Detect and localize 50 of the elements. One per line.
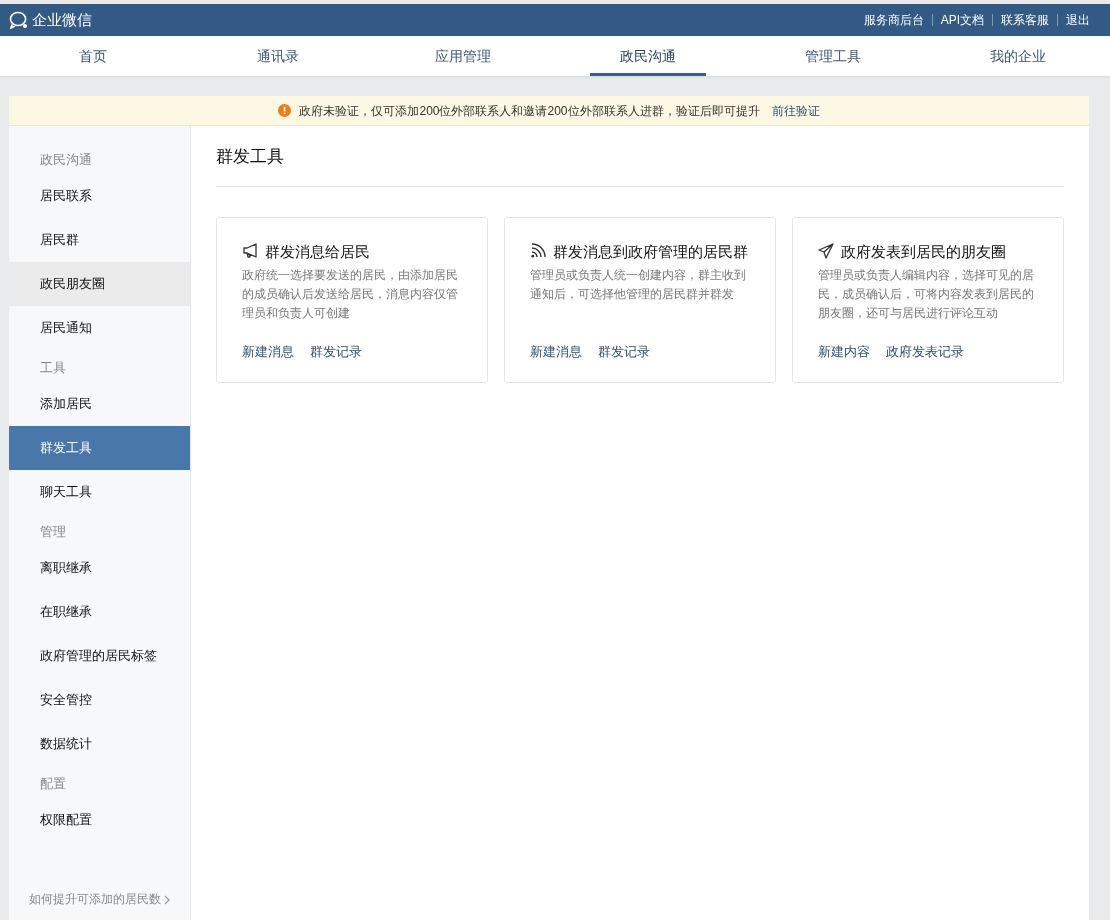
sidebar-item[interactable]: 添加居民 (9, 382, 190, 426)
nav-tab[interactable]: 我的企业 (988, 36, 1047, 76)
page-title: 群发工具 (216, 144, 1064, 187)
notice-text: 政府未验证，仅可添加200位外部联系人和邀请200位外部联系人进群，验证后即可提升 (299, 102, 760, 120)
broadcast-icon (530, 241, 547, 259)
card-link[interactable]: 群发记录 (310, 342, 362, 362)
nav-tab[interactable]: 应用管理 (433, 36, 492, 76)
sidebar-item[interactable]: 聊天工具 (9, 470, 190, 514)
info-icon (278, 104, 292, 117)
sidebar-item[interactable]: 政府管理的居民标签 (9, 634, 190, 678)
sidebar-item[interactable]: 居民联系 (9, 174, 190, 218)
card-link[interactable]: 政府发表记录 (886, 342, 964, 362)
card-description: 政府统一选择要发送的居民，由添加居民的成员确认后发送给居民，消息内容仅管理员和负责人可创建 (242, 266, 459, 322)
sidebar-section-title: 工具 (39, 359, 67, 377)
paper-plane-icon (818, 241, 835, 259)
megaphone-icon (242, 241, 259, 259)
verify-link[interactable]: 前往验证 (771, 101, 820, 120)
sidebar-section-title: 配置 (39, 775, 67, 793)
card-link[interactable]: 新建内容 (818, 342, 870, 362)
sidebar-item[interactable]: 在职继承 (9, 590, 190, 634)
nav-tab[interactable]: 通讯录 (255, 36, 300, 76)
sidebar-item[interactable]: 居民通知 (9, 306, 190, 350)
sidebar-item[interactable]: 群发工具 (9, 426, 190, 470)
logo-text: 企业微信 (32, 9, 92, 30)
card-link[interactable]: 新建消息 (530, 342, 582, 362)
card-title: 群发消息给居民 (265, 242, 370, 260)
chevron-right-icon (164, 894, 171, 905)
header-link[interactable]: 退出 (1066, 11, 1090, 29)
nav-tab[interactable]: 管理工具 (803, 36, 862, 76)
header-link[interactable]: API文档 (940, 11, 984, 29)
nav-tab[interactable]: 首页 (77, 36, 108, 76)
sidebar-item[interactable]: 政民朋友圈 (9, 262, 190, 306)
chat-bubble-logo-icon (9, 11, 29, 29)
sidebar-section-title: 管理 (39, 523, 67, 541)
header-link[interactable]: 服务商后台 (863, 11, 924, 29)
sidebar-item[interactable]: 安全管控 (9, 678, 190, 722)
card-link[interactable]: 群发记录 (598, 342, 650, 362)
card-title: 群发消息到政府管理的居民群 (553, 242, 748, 260)
sidebar-section-title: 政民沟通 (39, 151, 93, 169)
sidebar-item[interactable]: 离职继承 (9, 546, 190, 590)
sidebar-item[interactable]: 居民群 (9, 218, 190, 262)
card-description: 管理员或负责人编辑内容，选择可见的居民，成员确认后，可将内容发表到居民的朋友圈，还可与居民进行评论互动 (818, 266, 1035, 322)
card-link[interactable]: 新建消息 (242, 342, 294, 362)
header-link[interactable]: 联系客服 (1001, 11, 1049, 29)
sidebar-item[interactable]: 数据统计 (9, 722, 190, 766)
card-description: 管理员或负责人统一创建内容，群主收到通知后，可选择他管理的居民群并群发 (530, 266, 747, 303)
card-title: 政府发表到居民的朋友圈 (841, 242, 1006, 260)
help-link[interactable]: 如何提升可添加的居民数 (29, 890, 171, 908)
nav-tab[interactable]: 政民沟通 (589, 36, 706, 76)
sidebar-item[interactable]: 权限配置 (9, 798, 190, 842)
